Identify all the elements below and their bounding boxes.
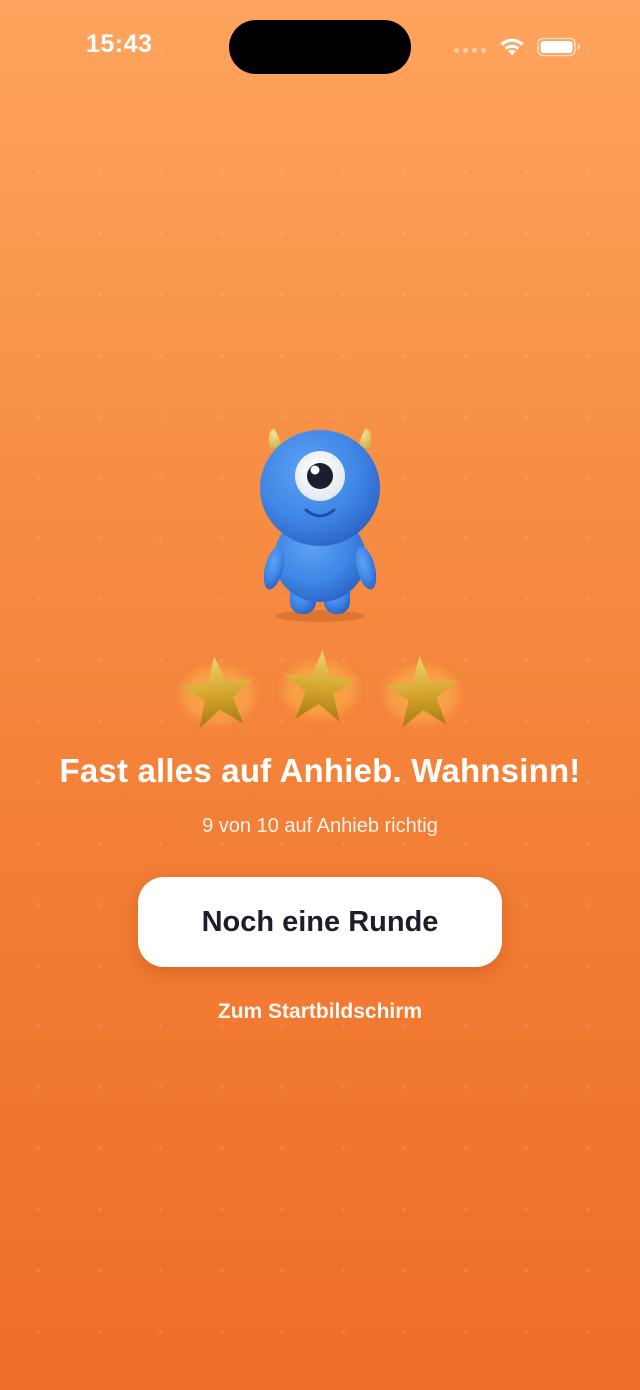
result-headline: Fast alles auf Anhieb. Wahnsinn! bbox=[59, 752, 581, 789]
star-rating bbox=[181, 650, 458, 729]
battery-icon bbox=[537, 37, 580, 57]
result-summary: 9 von 10 auf Anhieb richtig bbox=[202, 815, 438, 837]
dynamic-island bbox=[229, 20, 411, 74]
star-icon bbox=[181, 656, 254, 729]
monster-mascot-icon bbox=[260, 428, 380, 622]
star-icon bbox=[284, 650, 357, 722]
cellular-signal-icon bbox=[454, 48, 488, 54]
result-screen: 15:43 Fast alles auf Anhieb. Wahnsinn! 9… bbox=[0, 0, 640, 1390]
play-again-button[interactable]: Noch eine Runde bbox=[138, 877, 502, 967]
wifi-icon bbox=[500, 38, 524, 56]
status-time: 15:43 bbox=[86, 30, 153, 58]
star-icon bbox=[385, 656, 458, 728]
status-bar: 15:43 bbox=[0, 0, 640, 96]
home-screen-link[interactable]: Zum Startbildschirm bbox=[0, 1000, 640, 1024]
